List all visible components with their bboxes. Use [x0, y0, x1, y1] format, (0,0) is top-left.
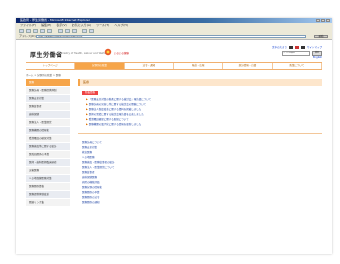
- arrow-icon: ▶: [86, 123, 88, 126]
- global-nav: トップページ 分野別の政策 法令・通知 報道・広報 統計情報・白書 政策について: [26, 62, 322, 70]
- sidebar-item[interactable]: へき地保健医療対策: [26, 175, 70, 183]
- topic-link-list: 医療計画について 医療安全対策 救急医療 へき地医療 医療施設・医療従事者の統計…: [82, 140, 322, 205]
- address-input[interactable]: http://www.mhlw.go.jp/bunya/iryou/: [36, 35, 306, 38]
- site-logo[interactable]: 厚生労働省: [30, 50, 63, 59]
- search-toolbar-button[interactable]: [58, 29, 63, 33]
- news-link[interactable]: 看護職員確保に関する取組について: [89, 118, 129, 121]
- sidebar: 医療 医療計画・医療提供体制 医療安全対策 医療従事者 歯科保健 医療法人・医業…: [26, 79, 70, 207]
- topic-link[interactable]: 医療関係の通知: [82, 200, 322, 205]
- back-button[interactable]: [19, 29, 24, 33]
- nav-tab-top[interactable]: トップページ: [26, 63, 76, 69]
- sitemap-link[interactable]: サイトマップ: [307, 45, 322, 49]
- page-content: 厚生労働省 Ministry of Health, Labour and Wel…: [16, 40, 332, 254]
- print-toolbar-button[interactable]: [89, 29, 94, 33]
- nav-tab-law[interactable]: 法令・通知: [125, 63, 174, 69]
- sidebar-heading[interactable]: 医療: [26, 79, 70, 87]
- nav-tab-about[interactable]: 政策について: [273, 63, 322, 69]
- news-link[interactable]: 医療計画の見直し等に関する検討会の開催について: [89, 103, 146, 106]
- main-content: 医療 新着情報 ▶ 「医療安全対策の推進に関する検討会」報告書について ▶ 医療…: [78, 79, 322, 205]
- site-logo-subtitle: Ministry of Health, Labour and Welfare: [60, 52, 109, 55]
- nav-tab-statistics[interactable]: 統計情報・白書: [223, 63, 273, 69]
- sidebar-item[interactable]: 歯科保健: [26, 111, 70, 119]
- maximize-button[interactable]: [321, 19, 325, 22]
- sidebar-item[interactable]: 医療機関の情報化: [26, 127, 70, 135]
- emblem-text: いきいき健康: [114, 52, 130, 55]
- new-badge: 新着情報: [82, 91, 99, 95]
- news-link[interactable]: 医療法人制度改革に関する資料を掲載しました: [89, 108, 142, 111]
- sidebar-item[interactable]: 医師・歯科医師臨床研修: [26, 159, 70, 167]
- browser-window: 医政局 - 厚生労働省 - Microsoft Internet Explore…: [16, 18, 332, 254]
- favorites-toolbar-button[interactable]: [65, 29, 70, 33]
- stop-button[interactable]: [33, 29, 38, 33]
- sidebar-item[interactable]: 医療提供体制改革: [26, 191, 70, 199]
- news-link[interactable]: 医療機関の電子化に関する情報を更新しました: [89, 123, 142, 126]
- close-button[interactable]: [326, 19, 330, 22]
- address-label: アドレス(D): [19, 34, 36, 38]
- nav-tab-press[interactable]: 報道・広報: [174, 63, 224, 69]
- news-link[interactable]: 「医療安全対策の推進に関する検討会」報告書について: [89, 98, 151, 101]
- font-size-link[interactable]: 文字の大きさ: [272, 45, 287, 49]
- refresh-button[interactable]: [40, 29, 45, 33]
- sidebar-item[interactable]: 災害医療: [26, 167, 70, 175]
- arrow-icon: ▶: [86, 103, 88, 106]
- arrow-icon: ▶: [86, 118, 88, 121]
- sidebar-item[interactable]: 医療関係資格: [26, 183, 70, 191]
- sidebar-item[interactable]: 医療安全対策: [26, 95, 70, 103]
- font-large-icon[interactable]: [300, 45, 305, 49]
- font-medium-icon[interactable]: [294, 45, 299, 49]
- arrow-icon: ▶: [86, 98, 88, 101]
- arrow-icon: ▶: [86, 108, 88, 111]
- window-controls: [316, 19, 330, 22]
- english-link[interactable]: English: [313, 56, 322, 59]
- sidebar-item[interactable]: 医療施設等に関する統計: [26, 143, 70, 151]
- emblem-icon: [104, 48, 112, 56]
- sidebar-item[interactable]: 医療計画・医療提供体制: [26, 87, 70, 95]
- utility-links: 文字の大きさ サイトマップ: [272, 45, 322, 49]
- section-heading: 医療: [78, 79, 322, 86]
- sidebar-item[interactable]: 関連リンク集: [26, 199, 70, 207]
- home-button[interactable]: [47, 29, 52, 33]
- mail-toolbar-button[interactable]: [82, 29, 87, 33]
- nav-tab-policy[interactable]: 分野別の政策: [75, 63, 125, 69]
- history-toolbar-button[interactable]: [72, 29, 77, 33]
- sidebar-item[interactable]: 医療従事者: [26, 103, 70, 111]
- forward-button[interactable]: [26, 29, 31, 33]
- sidebar-item[interactable]: 看護職員の確保対策: [26, 135, 70, 143]
- sidebar-item[interactable]: 医政局関係の予算: [26, 151, 70, 159]
- font-small-icon[interactable]: [288, 45, 293, 49]
- search-input[interactable]: サイト内検索: [282, 51, 310, 56]
- minimize-button[interactable]: [316, 19, 320, 22]
- news-item[interactable]: ▶ 医療機関の電子化に関する情報を更新しました: [86, 122, 322, 127]
- sidebar-item[interactable]: 医療法人・医業経営: [26, 119, 70, 127]
- arrow-icon: ▶: [86, 113, 88, 116]
- news-list: ▶ 「医療安全対策の推進に関する検討会」報告書について ▶ 医療計画の見直し等に…: [86, 97, 322, 127]
- divider: [78, 133, 322, 134]
- breadcrumb: ホーム > 分野別の政策 > 医療: [26, 74, 61, 77]
- news-link[interactable]: 医師の需給に関する検討会報告書を公表しました: [89, 113, 144, 116]
- go-button[interactable]: 移動: [314, 35, 328, 38]
